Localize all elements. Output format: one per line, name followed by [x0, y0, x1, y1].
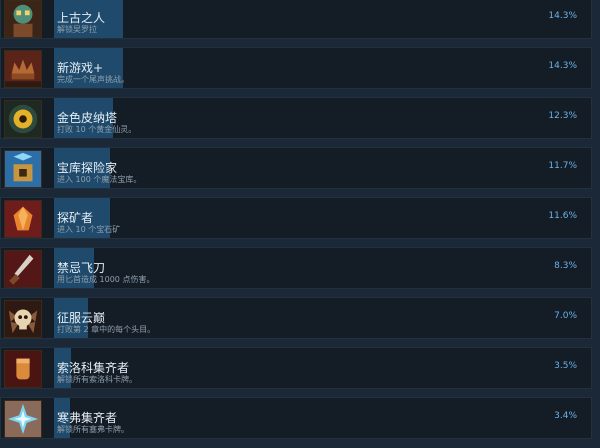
achievement-row: 探矿者 进入 10 个宝石矿 11.6% — [0, 197, 592, 239]
achievement-row: 新游戏+ 完成一个尾声挑战。 14.3% — [0, 47, 592, 89]
crown-icon — [4, 50, 42, 88]
golden-orb-icon — [4, 100, 42, 138]
unlock-percentage: 7.0% — [554, 311, 577, 321]
achievement-description: 进入 10 个宝石矿 — [57, 225, 121, 234]
achievement-row: 禁忌飞刀 用匕首造成 1000 点伤害。 8.3% — [0, 247, 592, 289]
unlock-percentage: 12.3% — [548, 111, 577, 121]
unlock-percentage: 14.3% — [548, 61, 577, 71]
achievement-row: 征服云巅 打败第 2 章中的每个头目。 7.0% — [0, 297, 592, 339]
ice-shard-icon — [4, 400, 42, 438]
achievement-row: 寒弗集齐者 解锁所有塞弗卡牌。 3.4% — [0, 397, 592, 439]
achievement-description: 打败第 2 章中的每个头目。 — [57, 325, 156, 334]
achievement-row: 上古之人 解锁吴罗拉 14.3% — [0, 0, 592, 39]
achievement-description: 解锁所有塞弗卡牌。 — [57, 425, 129, 434]
ancient-mask-icon — [4, 0, 42, 38]
achievement-description: 进入 100 个魔法宝库。 — [57, 175, 142, 184]
achievement-row: 金色皮纳塔 打败 10 个黄金仙灵。 12.3% — [0, 97, 592, 139]
achievement-list: 上古之人 解锁吴罗拉 14.3% 新游戏+ 完成一个尾声挑战。 14.3% 金色皮纳塔 打败 … — [0, 0, 600, 448]
unlock-percentage: 8.3% — [554, 261, 577, 271]
unlock-percentage: 3.5% — [554, 361, 577, 371]
unlock-percentage: 3.4% — [554, 411, 577, 421]
achievement-row: 宝库探险家 进入 100 个魔法宝库。 11.7% — [0, 147, 592, 189]
skull-icon — [4, 300, 42, 338]
unlock-percentage: 14.3% — [548, 11, 577, 21]
fist-icon — [4, 350, 42, 388]
achievement-row: 索洛科集齐者 解锁所有索洛科卡牌。 3.5% — [0, 347, 592, 389]
gem-icon — [4, 200, 42, 238]
achievement-description: 用匕首造成 1000 点伤害。 — [57, 275, 155, 284]
achievement-description: 解锁吴罗拉 — [57, 25, 97, 34]
achievement-description: 解锁所有索洛科卡牌。 — [57, 375, 137, 384]
unlock-percentage: 11.6% — [548, 211, 577, 221]
unlock-percentage: 11.7% — [548, 161, 577, 171]
achievement-description: 打败 10 个黄金仙灵。 — [57, 125, 137, 134]
achievement-description: 完成一个尾声挑战。 — [57, 75, 129, 84]
dagger-icon — [4, 250, 42, 288]
vault-icon — [4, 150, 42, 188]
